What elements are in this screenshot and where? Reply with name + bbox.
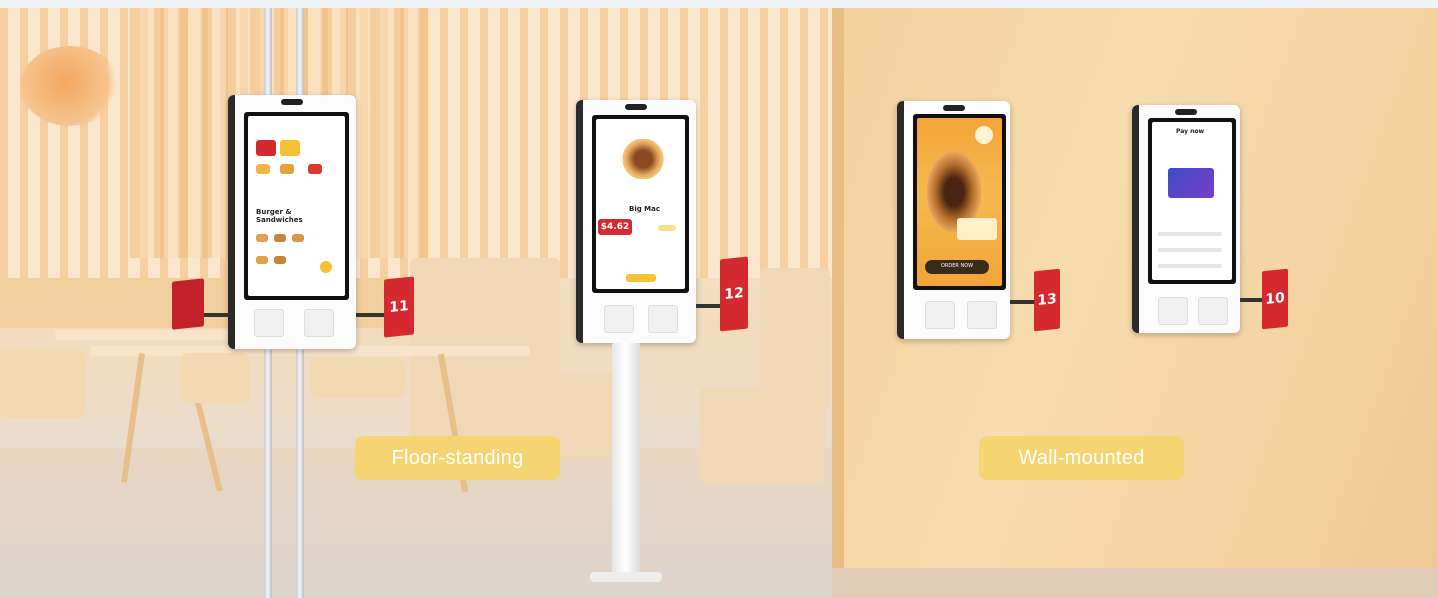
booth-back: [760, 268, 830, 408]
screen-title: Pay now: [1176, 128, 1205, 135]
food-tile: [274, 256, 286, 264]
food-tile: [274, 234, 286, 242]
food-tile: [256, 234, 268, 242]
printer-slot: [648, 305, 678, 333]
cart-button[interactable]: [320, 261, 332, 273]
kiosk-wall-mounted: ORDER NOW: [897, 101, 1010, 339]
camera-icon: [281, 99, 303, 105]
scanner-slot: [254, 309, 284, 337]
chair: [0, 348, 85, 418]
category-tile: [280, 140, 300, 156]
summary-row: [1158, 248, 1222, 252]
food-tile: [292, 234, 304, 242]
kiosk-screen: Big Mac $4.62: [592, 115, 689, 293]
printer-slot: [967, 301, 997, 329]
kiosk-side-trim: [228, 95, 235, 349]
wall-floor: [832, 568, 1438, 598]
table-number-tag: 11: [384, 276, 414, 338]
kiosk-wall-mounted: Pay now: [1132, 105, 1240, 333]
restaurant-scene: Burger & Sandwiches 11 Big Mac $4.62 12 …: [0, 8, 1438, 598]
floor-standing-label: Floor-standing: [355, 436, 560, 480]
promo-ui: ORDER NOW: [917, 118, 1002, 286]
order-now-button[interactable]: ORDER NOW: [925, 260, 989, 274]
order-now-label: ORDER NOW: [941, 263, 974, 269]
menu-ui: Burger & Sandwiches: [248, 116, 345, 296]
floor-stand-base: [590, 572, 662, 582]
chair: [180, 353, 250, 403]
burger-image: [622, 139, 664, 179]
offer-card: [957, 218, 997, 240]
food-tile: [256, 256, 268, 264]
floor-stand-column: [612, 343, 640, 581]
payment-ui: Pay now: [1152, 122, 1232, 280]
kiosk-screen: ORDER NOW: [913, 114, 1006, 290]
tag-clip: [1010, 300, 1036, 304]
printer-slot: [304, 309, 334, 337]
chair: [310, 358, 405, 398]
wall-edge: [832, 8, 844, 578]
dining-table: [55, 330, 245, 340]
table-number-tag: [172, 278, 204, 330]
summary-row: [1158, 264, 1222, 268]
table-number-tag: 12: [720, 256, 748, 332]
scanner-slot: [925, 301, 955, 329]
kiosk-side-trim: [1132, 105, 1139, 333]
promo-badge: [975, 126, 993, 144]
summary-row: [1158, 232, 1222, 236]
product-name: Big Mac: [629, 205, 661, 213]
table-number-tag: 10: [1262, 268, 1288, 330]
tag-clip: [356, 313, 386, 317]
decor-tree: [20, 46, 120, 126]
card-image: [1168, 168, 1214, 198]
quantity-control[interactable]: [658, 225, 676, 231]
tag-clip: [200, 313, 230, 317]
kiosk-floor-standing: Big Mac $4.62: [576, 100, 696, 343]
price-badge: $4.62: [598, 219, 632, 235]
product-ui: Big Mac $4.62: [596, 119, 685, 289]
printer-slot: [1198, 297, 1228, 325]
kiosk-side-trim: [576, 100, 583, 343]
category-tile: [280, 164, 294, 174]
kiosk-screen: Burger & Sandwiches: [244, 112, 349, 300]
table-number-tag: 13: [1034, 268, 1060, 332]
scanner-slot: [1158, 297, 1188, 325]
kiosk-pole-mounted: Burger & Sandwiches: [228, 95, 356, 349]
add-to-cart-button[interactable]: [626, 274, 656, 282]
category-tile: [308, 164, 322, 174]
scanner-slot: [604, 305, 634, 333]
camera-icon: [942, 105, 965, 111]
wall-mounted-label: Wall-mounted: [979, 436, 1184, 480]
camera-icon: [1175, 109, 1197, 115]
camera-icon: [625, 104, 647, 110]
screen-title: Burger & Sandwiches: [256, 208, 303, 224]
category-tile: [256, 164, 270, 174]
kiosk-screen: Pay now: [1148, 118, 1236, 284]
category-tile: [256, 140, 276, 156]
kiosk-side-trim: [897, 101, 904, 339]
